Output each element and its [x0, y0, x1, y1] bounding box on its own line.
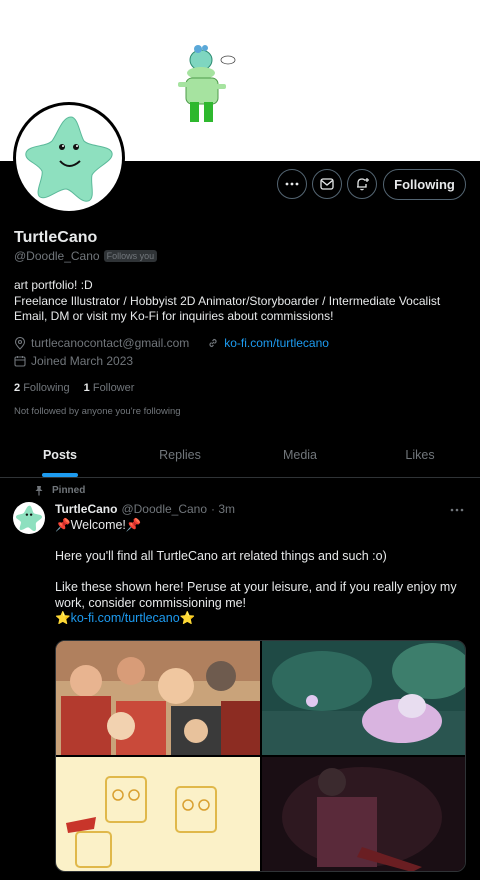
not-followed-note: Not followed by anyone you're following: [14, 406, 181, 417]
follows-you-badge: Follows you: [103, 250, 158, 262]
star-emoji-right: ⭐: [179, 611, 196, 625]
location-icon: [14, 336, 26, 350]
profile-email: turtlecanocontact@gmail.com: [31, 336, 190, 350]
tweet-body: 📌Welcome!📌 Here you'll find all TurtleCa…: [55, 518, 465, 627]
more-icon: [450, 508, 464, 512]
media-image-1[interactable]: [56, 641, 260, 755]
tab-media[interactable]: Media: [240, 433, 360, 477]
tweet-line-intro: Here you'll find all TurtleCano art rela…: [55, 549, 387, 563]
profile-meta-row-2: Joined March 2023: [14, 354, 133, 368]
bell-plus-icon: [357, 178, 369, 191]
artwork-dark-image: [261, 757, 465, 871]
tweet-line-cta: Like these shown here! Peruse at your le…: [55, 580, 457, 610]
artwork-group-image: [56, 641, 260, 755]
profile-bio: art portfolio! :D Freelance Illustrator …: [14, 278, 441, 323]
tweet-media-grid: [55, 640, 466, 872]
user-handle: @Doodle_Cano: [14, 249, 100, 263]
calendar-icon: [14, 356, 26, 367]
tab-likes[interactable]: Likes: [360, 433, 480, 477]
more-options-button[interactable]: [277, 169, 307, 199]
tweet-more-button[interactable]: [450, 499, 464, 515]
link-icon: [209, 338, 217, 348]
tweet-avatar[interactable]: [13, 502, 45, 534]
media-image-4[interactable]: [261, 757, 465, 871]
more-icon: [285, 182, 299, 186]
tweet-link-line: ⭐ko-fi.com/turtlecano⭐: [55, 611, 465, 627]
media-image-3[interactable]: [56, 757, 260, 871]
tweet-author-handle[interactable]: @Doodle_Cano: [121, 502, 207, 516]
artwork-forest-image: [261, 641, 465, 755]
pinned-indicator: Pinned: [34, 485, 85, 496]
star-emoji-left: ⭐: [55, 611, 71, 625]
message-button[interactable]: [312, 169, 342, 199]
pinned-label: Pinned: [52, 485, 86, 496]
tweet-line-welcome: 📌Welcome!📌: [55, 518, 142, 532]
tab-posts[interactable]: Posts: [0, 433, 120, 477]
notify-button[interactable]: [347, 169, 377, 199]
tweet-kofi-link[interactable]: ko-fi.com/turtlecano: [71, 611, 180, 625]
pin-icon: [35, 486, 43, 496]
display-name: TurtleCano: [14, 229, 98, 246]
tweet-author-name[interactable]: TurtleCano: [55, 502, 117, 516]
artwork-sketch-image: [56, 757, 260, 871]
follow-counts: 2 Following 1 Follower: [14, 382, 134, 394]
tweet-header: TurtleCano @Doodle_Cano · 3m: [55, 502, 235, 516]
profile-avatar[interactable]: [13, 102, 125, 214]
tab-replies[interactable]: Replies: [120, 433, 240, 477]
star-avatar-small: [15, 505, 43, 532]
following-count-link[interactable]: 2 Following: [14, 382, 70, 394]
profile-website-link[interactable]: ko-fi.com/turtlecano: [224, 336, 329, 350]
following-button[interactable]: Following: [383, 169, 466, 200]
profile-meta-row-1: turtlecanocontact@gmail.com ko-fi.com/tu…: [14, 336, 329, 350]
star-avatar-image: [25, 116, 113, 202]
tweet-time[interactable]: · 3m: [211, 502, 235, 516]
handle-row: @Doodle_Cano Follows you: [14, 249, 158, 263]
profile-tabs: Posts Replies Media Likes: [0, 433, 480, 478]
banner-illustration: [178, 45, 236, 122]
joined-date: Joined March 2023: [31, 354, 134, 368]
mail-icon: [320, 178, 334, 190]
media-image-2[interactable]: [261, 641, 465, 755]
followers-count-link[interactable]: 1 Follower: [84, 382, 135, 394]
